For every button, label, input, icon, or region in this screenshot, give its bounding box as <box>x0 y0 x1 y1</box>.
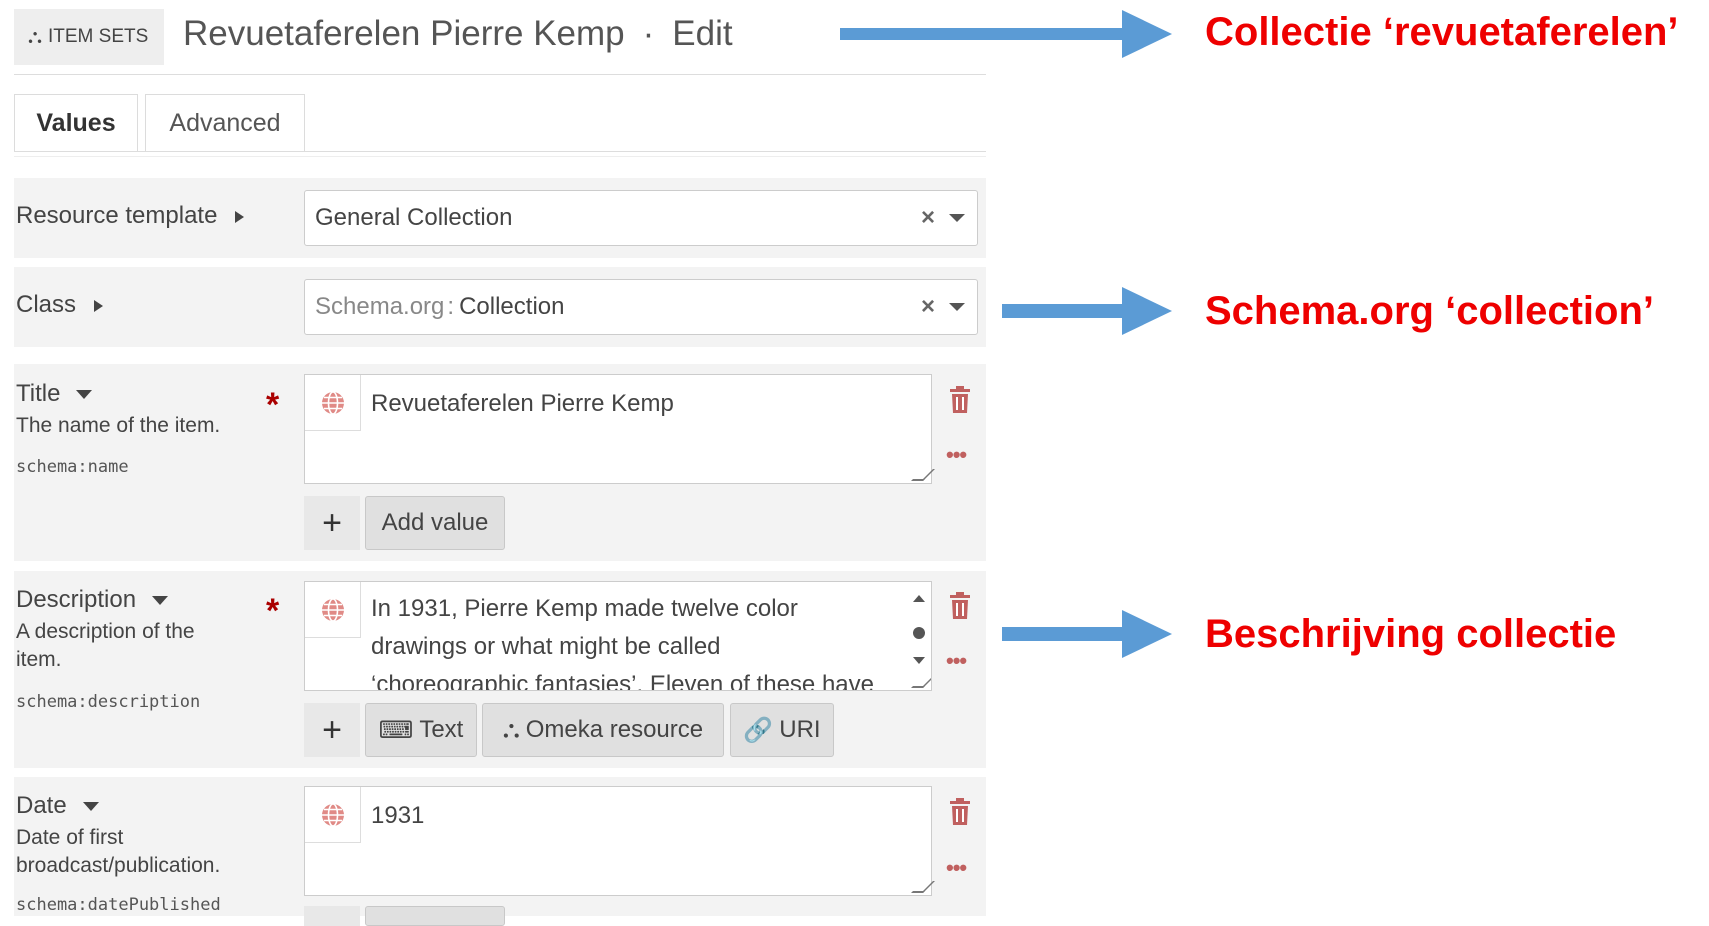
description-line: In 1931, Pierre Kemp made twelve color <box>371 595 798 622</box>
resource-template-value: General Collection <box>315 204 513 231</box>
page-title-action: Edit <box>672 14 733 53</box>
class-label[interactable]: Class <box>16 291 104 319</box>
title-value-text: Revuetaferelen Pierre Kemp <box>371 390 674 417</box>
title-description: The name of the item. <box>16 414 221 437</box>
language-globe-icon[interactable] <box>305 787 361 843</box>
date-description-line2: broadcast/publication. <box>16 854 221 877</box>
caret-right-icon <box>235 210 245 223</box>
add-value-label: Add value <box>381 509 489 536</box>
title-label-text: Title <box>16 380 61 407</box>
text-button-label: Text <box>419 716 464 743</box>
resize-handle-icon[interactable] <box>911 469 935 481</box>
date-label[interactable]: Date <box>16 792 99 820</box>
date-term: schema:datePublished <box>16 895 221 915</box>
item-sets-badge[interactable]: ⛬ ITEM SETS <box>14 9 164 65</box>
date-description-line1: Date of first <box>16 826 124 849</box>
page-title-name: Revuetaferelen Pierre Kemp <box>183 14 625 53</box>
page-title: Revuetaferelen Pierre Kemp · Edit <box>183 14 733 54</box>
tab-advanced[interactable]: Advanced <box>145 94 305 152</box>
uri-button-label: URI <box>779 716 821 743</box>
annotation-schema: Schema.org ‘collection’ <box>1205 289 1655 333</box>
title-term: schema:name <box>16 457 129 477</box>
cubes-icon: ⛬ <box>502 716 520 743</box>
annotation-arrow-head <box>1122 610 1172 658</box>
tab-advanced-label: Advanced <box>169 109 281 137</box>
required-mark: * <box>266 386 280 424</box>
description-label-text: Description <box>16 586 137 613</box>
title-label[interactable]: Title <box>16 380 93 408</box>
add-icon[interactable]: + <box>304 496 360 550</box>
omeka-resource-label: Omeka resource <box>525 716 704 743</box>
class-label-text: Class <box>16 291 77 318</box>
badge-label: ITEM SETS <box>48 26 149 47</box>
tabs-divider-light <box>14 156 986 157</box>
more-options-icon[interactable]: ••• <box>946 442 967 468</box>
language-globe-icon[interactable] <box>305 582 361 638</box>
cubes-icon: ⛬ <box>28 25 42 48</box>
caret-down-icon <box>76 390 93 400</box>
annotation-arrow-head <box>1122 10 1172 58</box>
add-value-button[interactable]: Add value <box>365 496 505 550</box>
clear-icon[interactable]: × <box>921 293 935 321</box>
class-colon: : <box>447 293 455 320</box>
language-globe-icon[interactable] <box>305 375 361 431</box>
description-description: A description of the item. <box>16 620 195 671</box>
trash-icon[interactable] <box>948 592 972 620</box>
caret-down-icon <box>152 596 169 606</box>
more-options-icon[interactable]: ••• <box>946 648 967 674</box>
date-value-input[interactable]: 1931 <box>304 786 935 896</box>
title-separator: · <box>642 14 655 53</box>
description-term: schema:description <box>16 692 201 712</box>
uri-button[interactable]: 🔗 URI <box>730 703 834 757</box>
resource-template-select[interactable]: General Collection × <box>304 190 978 246</box>
header-divider <box>14 74 986 75</box>
annotation-arrow-head <box>1122 287 1172 335</box>
annotation-arrow <box>1002 627 1130 641</box>
required-mark: * <box>266 592 280 630</box>
description-value-input[interactable]: In 1931, Pierre Kemp made twelve color d… <box>304 581 932 691</box>
class-prefix: Schema.org <box>315 293 445 320</box>
chevron-down-icon[interactable] <box>949 214 965 222</box>
tab-values[interactable]: Values <box>14 94 138 152</box>
annotation-collectie: Collectie ‘revuetaferelen’ <box>1205 10 1679 54</box>
date-value-text: 1931 <box>371 802 425 829</box>
trash-icon[interactable] <box>948 386 972 414</box>
resource-template-label[interactable]: Resource template <box>16 202 245 230</box>
clear-icon[interactable]: × <box>921 204 935 232</box>
add-icon[interactable]: + <box>304 703 360 757</box>
text-button[interactable]: ⌨ Text <box>365 703 477 757</box>
description-label[interactable]: Description <box>16 586 169 614</box>
scrollbar[interactable] <box>911 590 927 670</box>
resource-template-label-text: Resource template <box>16 202 218 229</box>
annotation-arrow <box>1002 304 1130 318</box>
class-select[interactable]: Schema.org: Collection × <box>304 279 978 335</box>
date-label-text: Date <box>16 792 67 819</box>
description-line: ‘choreographic fantasies’. Eleven of the… <box>371 671 874 691</box>
caret-down-icon <box>82 802 99 812</box>
description-value-text: In 1931, Pierre Kemp made twelve color d… <box>371 590 874 691</box>
resize-handle-icon[interactable] <box>911 881 935 893</box>
add-icon[interactable] <box>304 906 360 926</box>
chevron-down-icon[interactable] <box>949 303 965 311</box>
annotation-beschrijving: Beschrijving collectie <box>1205 612 1617 656</box>
omeka-resource-button[interactable]: ⛬ Omeka resource <box>482 703 724 757</box>
add-value-button-partial[interactable] <box>365 906 505 926</box>
keyboard-icon: ⌨ <box>378 716 414 744</box>
annotation-arrow <box>840 28 1130 40</box>
trash-icon[interactable] <box>948 798 972 826</box>
class-value: Collection <box>459 293 565 320</box>
link-icon: 🔗 <box>743 716 774 744</box>
resize-handle-icon[interactable] <box>911 676 931 688</box>
more-options-icon[interactable]: ••• <box>946 855 967 881</box>
title-value-input[interactable]: Revuetaferelen Pierre Kemp <box>304 374 935 484</box>
tab-values-label: Values <box>36 109 116 137</box>
tabs-divider <box>14 151 986 152</box>
description-line: drawings or what might be called <box>371 633 721 660</box>
caret-right-icon <box>94 299 104 312</box>
